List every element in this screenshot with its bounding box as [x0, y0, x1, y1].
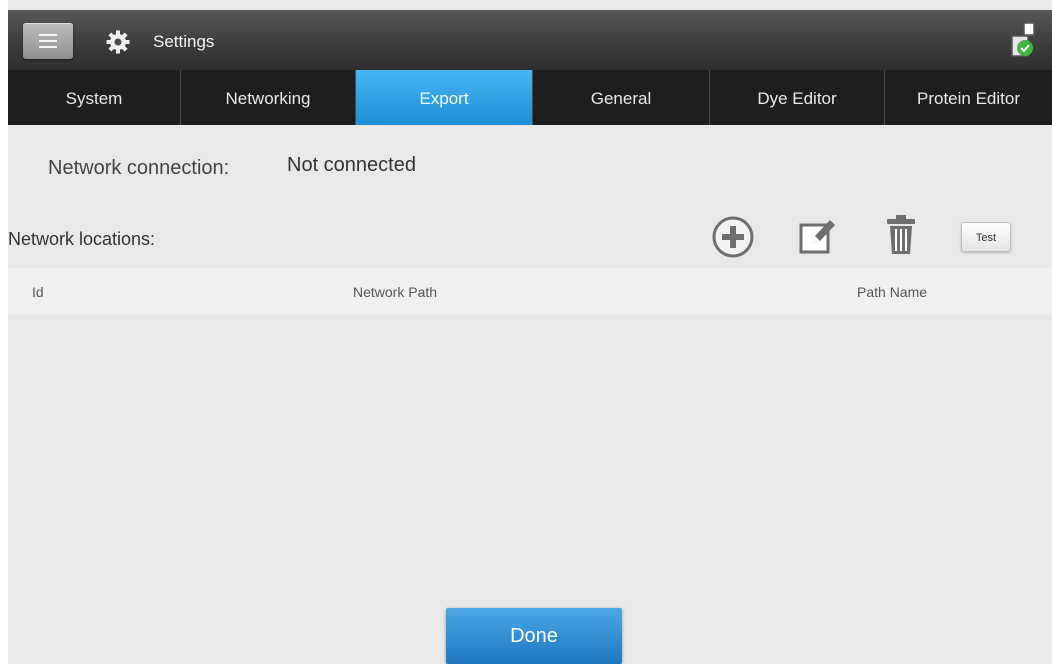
network-connection-status: Not connected [287, 154, 416, 176]
tab-networking[interactable]: Networking [181, 70, 356, 125]
settings-window: Settings System Networking Export Genera… [8, 0, 1052, 664]
trash-icon[interactable] [884, 213, 918, 257]
tab-system[interactable]: System [8, 70, 181, 125]
gear-icon [106, 30, 130, 54]
network-locations-label: Network locations: [8, 229, 156, 249]
hamburger-menu-icon [39, 40, 57, 42]
edit-icon[interactable] [797, 215, 839, 257]
column-header-path-name[interactable]: Path Name [857, 284, 927, 300]
tab-protein-editor[interactable]: Protein Editor [885, 70, 1052, 125]
add-circle-icon[interactable] [711, 215, 755, 259]
column-header-network-path[interactable]: Network Path [353, 284, 437, 300]
network-locations-table-body[interactable] [8, 314, 1052, 604]
tab-bar: System Networking Export General Dye Edi… [8, 70, 1052, 125]
title-bar: Settings [8, 10, 1052, 70]
column-header-id[interactable]: Id [32, 284, 44, 300]
tab-export[interactable]: Export [356, 70, 533, 125]
network-locations-table-header: Id Network Path Path Name [8, 268, 1052, 314]
menu-button[interactable] [23, 23, 73, 59]
network-connection-label: Network connection: [48, 157, 230, 179]
hamburger-menu-icon [39, 34, 57, 36]
hamburger-menu-icon [39, 46, 57, 48]
test-button[interactable]: Test [961, 222, 1011, 252]
usb-connection-status-icon[interactable] [1010, 21, 1038, 61]
done-button[interactable]: Done [446, 608, 622, 664]
tab-dye-editor[interactable]: Dye Editor [710, 70, 885, 125]
tab-general[interactable]: General [533, 70, 710, 125]
page-title: Settings [153, 32, 215, 51]
